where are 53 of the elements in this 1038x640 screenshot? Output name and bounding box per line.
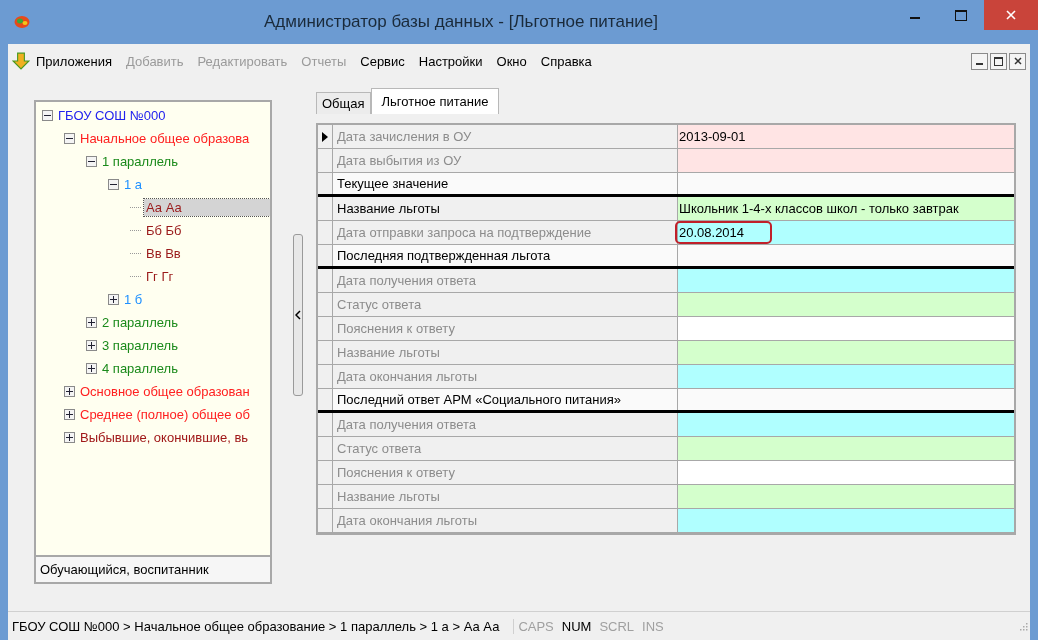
splitter-handle[interactable] [293, 234, 303, 396]
collapse-icon[interactable] [64, 133, 75, 144]
tree-item[interactable]: Начальное общее образова [78, 130, 252, 147]
menu-item[interactable]: Окно [496, 53, 527, 69]
expand-icon[interactable] [86, 363, 97, 374]
app-logo-icon [14, 14, 30, 30]
section-header: Последний ответ АРМ «Социального питания» [333, 389, 678, 410]
tree-item[interactable]: 3 параллель [100, 337, 180, 354]
value-text: Школьник 1-4-х классов школ - только завтрак [678, 200, 960, 218]
expand-icon[interactable] [64, 386, 75, 397]
menu-item[interactable]: Приложения [36, 53, 113, 69]
menu-item[interactable]: Сервис [360, 53, 405, 69]
expand-icon[interactable] [64, 409, 75, 420]
resize-grip-icon[interactable] [1018, 621, 1028, 631]
tree-item[interactable]: ГБОУ СОШ №000 [56, 107, 168, 124]
key-indicator: NUM [560, 618, 593, 634]
close-icon [1006, 10, 1016, 20]
tree-item[interactable]: Выбывшие, окончившие, вь [78, 429, 251, 446]
field-value[interactable]: Школьник 1-4-х классов школ - только завтрак [678, 197, 1014, 220]
menu-item[interactable]: Справка [540, 53, 592, 69]
tree-item[interactable]: Аа Аа [144, 199, 270, 216]
expand-icon[interactable] [108, 294, 119, 305]
breadcrumb-path: ГБОУ СОШ №000 > Начальное общее образование > 1 параллель > 1 а > Аа Аа [8, 618, 515, 634]
key-indicator: SCRL [598, 618, 636, 634]
expand-icon[interactable] [64, 432, 75, 443]
tree-item[interactable]: Вв Вв [144, 245, 183, 262]
tree-item[interactable]: Бб Бб [144, 222, 184, 239]
tab[interactable]: Льготное питание [370, 88, 500, 114]
tree-item[interactable]: Основное общее образован [78, 383, 252, 400]
close-button[interactable] [1009, 52, 1026, 70]
arrow-down-icon [12, 52, 30, 70]
tab[interactable]: Общая [316, 92, 371, 114]
close-icon [1013, 57, 1022, 65]
minimize-button[interactable] [971, 52, 988, 70]
expand-icon[interactable] [86, 340, 97, 351]
value-text: 2013-09-01 [678, 128, 747, 146]
collapse-icon[interactable] [86, 156, 97, 167]
tree-item[interactable]: 2 параллель [100, 314, 180, 331]
tree-item[interactable]: 1 параллель [100, 153, 180, 170]
tree-item[interactable]: 4 параллель [100, 360, 180, 377]
tree-item[interactable]: Гг Гг [144, 268, 176, 285]
collapse-icon[interactable] [42, 110, 53, 121]
section-header: Текущее значение [333, 173, 678, 194]
key-indicator: INS [641, 618, 665, 634]
tree-footer: Обучающийся, воспитанник [36, 555, 270, 582]
restore-button[interactable] [990, 52, 1007, 70]
section-header: Последняя подтвержденная льгота [333, 245, 678, 266]
expand-icon[interactable] [86, 317, 97, 328]
menu-item[interactable]: Настройки [418, 53, 483, 69]
window-title: Администратор базы данных - [Льготное питание] [263, 12, 659, 32]
tree-item[interactable]: Среднее (полное) общее об [78, 406, 252, 423]
key-indicator: CAPS [517, 618, 555, 634]
collapse-icon[interactable] [108, 179, 119, 190]
